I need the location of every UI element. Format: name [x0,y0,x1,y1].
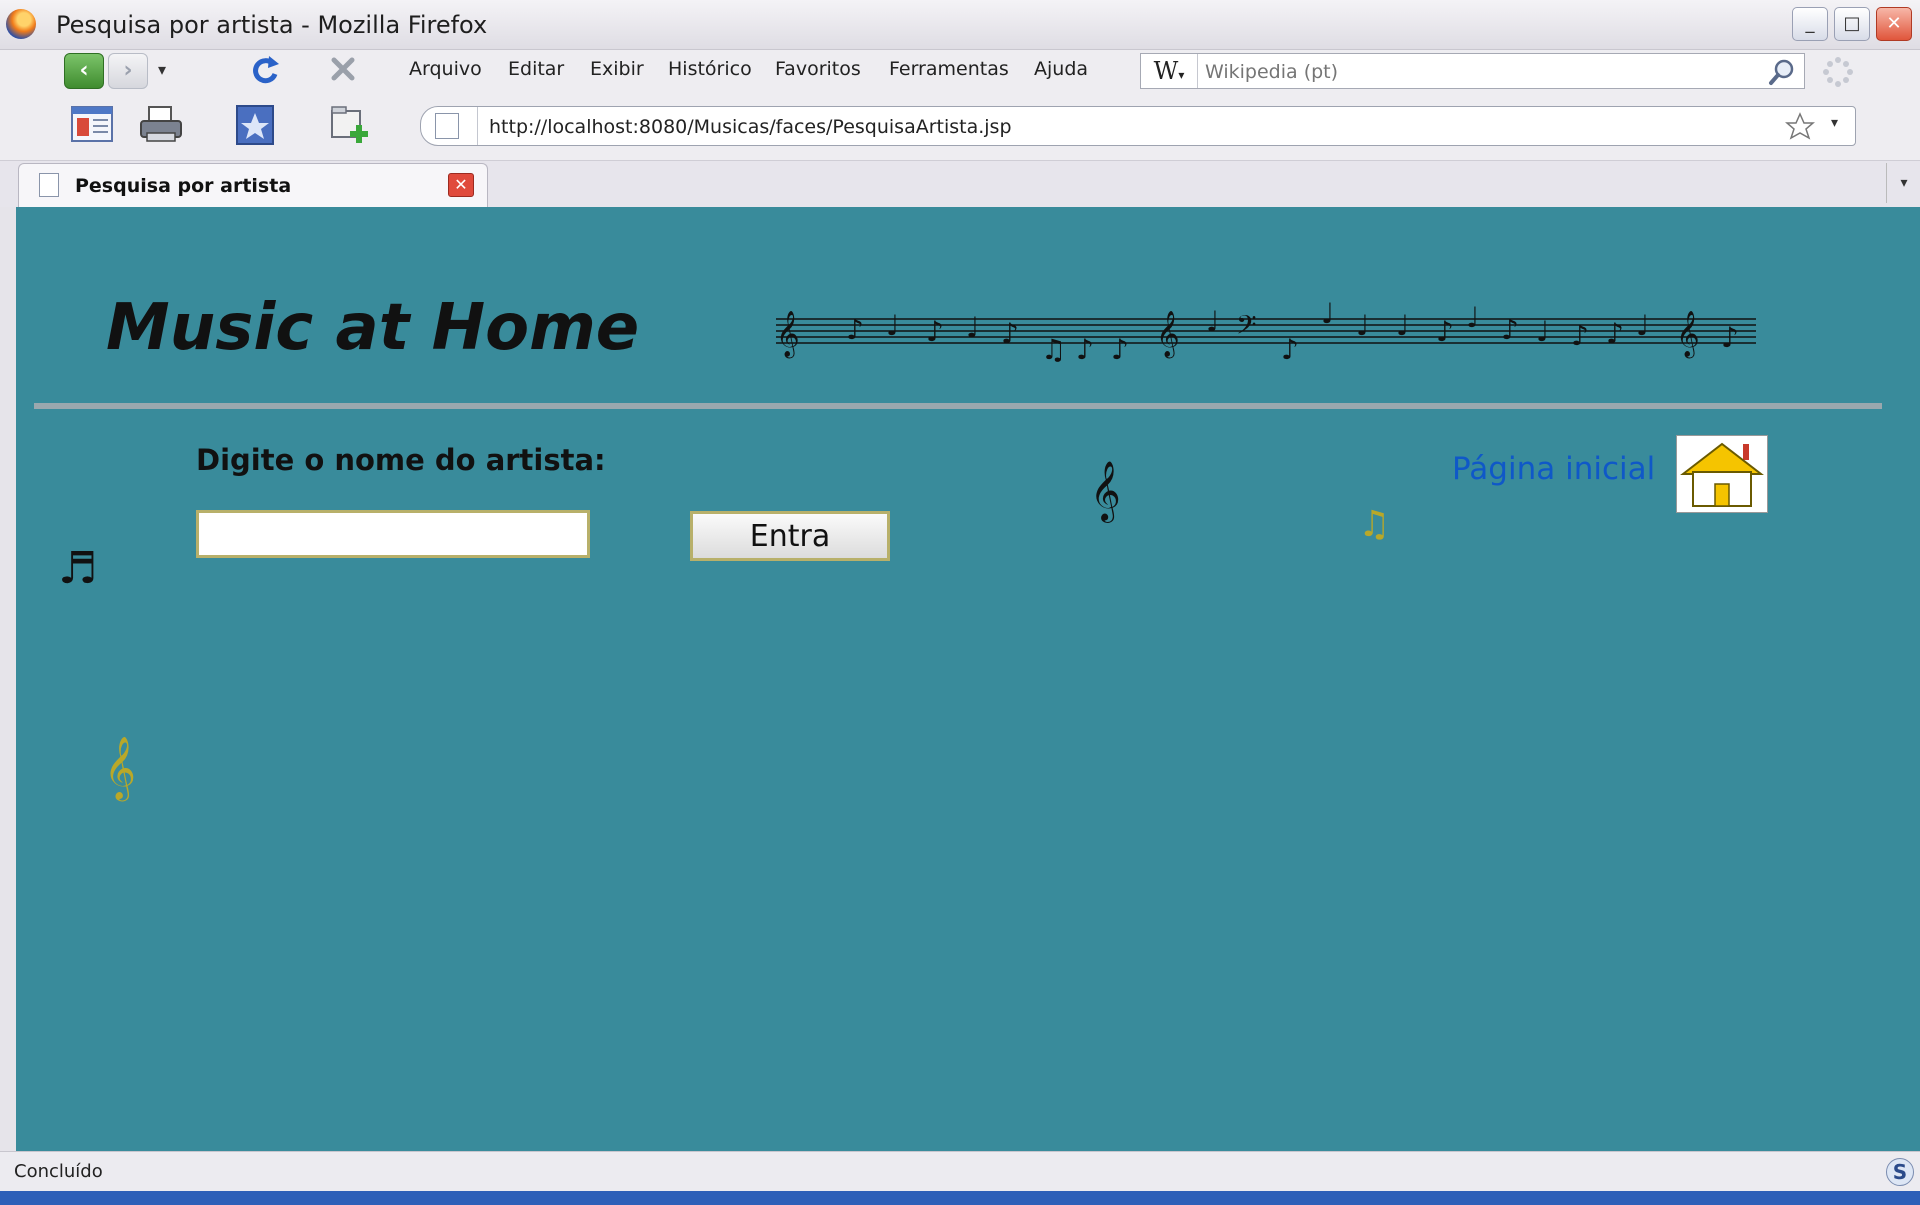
music-staff-icon: 𝄞 𝄞 𝄞 𝄢 ♪ ♩ ♪ ♩ ♪ ♫ ♪ ♪ ♩ ♪ ♩ ♩ ♩ ♪ ♩ ♪ ♩ ♪ ♪ ♩ ♪ [776,297,1756,366]
history-dropdown-button[interactable]: ▾ [150,53,174,89]
page-icon [39,173,59,197]
menu-arquivo[interactable]: Arquivo [409,58,482,80]
svg-text:♪: ♪ [1721,321,1739,354]
bookmarks-sidebar-icon[interactable] [70,105,114,145]
music-note-icon: ♫ [1358,504,1391,545]
os-taskbar [0,1191,1920,1205]
tab-close-button[interactable]: ✕ [448,173,474,197]
back-button[interactable]: ‹ [64,53,104,89]
svg-text:♩: ♩ [1206,305,1219,338]
svg-text:♩: ♩ [1466,301,1479,334]
stop-icon[interactable] [322,50,366,90]
artist-name-input[interactable] [196,510,590,558]
status-bar: Concluído S [0,1151,1920,1191]
artist-prompt-label: Digite o nome do artista: [196,443,606,477]
svg-text:♪: ♪ [1076,333,1094,366]
tab-list-dropdown-icon[interactable]: ▾ [1886,163,1920,203]
site-title: Music at Home [106,291,640,365]
svg-text:♪: ♪ [1111,333,1129,366]
svg-text:♩: ♩ [1321,297,1334,330]
svg-text:♩: ♩ [1396,309,1409,342]
address-separator [477,107,478,145]
search-magnifier-icon[interactable] [1767,57,1797,87]
firefox-logo-icon [6,9,36,39]
left-frame-border [0,207,16,1151]
new-tab-icon[interactable] [330,105,374,145]
svg-text:♩: ♩ [1356,309,1369,342]
svg-text:♩: ♩ [886,309,899,342]
svg-text:𝄞: 𝄞 [776,311,800,359]
window-title: Pesquisa por artista - Mozilla Firefox [56,11,488,39]
svg-text:♪: ♪ [1606,317,1624,350]
svg-text:𝄢: 𝄢 [1236,309,1257,347]
address-bar: ▾ [420,106,1856,146]
close-window-button[interactable]: ✕ [1876,7,1912,41]
treble-clef-icon: 𝄞 [1090,461,1121,521]
svg-text:♫: ♫ [1041,333,1066,366]
maximize-button[interactable]: □ [1834,7,1870,41]
home-icon[interactable] [1676,435,1768,513]
home-link[interactable]: Página inicial [1452,451,1655,487]
menu-historico[interactable]: Histórico [668,58,752,80]
print-icon[interactable] [139,105,183,145]
search-box: W▾ [1140,53,1805,89]
header-divider [34,403,1882,409]
svg-text:♪: ♪ [1501,313,1519,346]
url-input[interactable] [487,113,1771,141]
menu-ferramentas[interactable]: Ferramentas [889,58,1009,80]
svg-text:𝄞: 𝄞 [1676,311,1700,359]
menu-editar[interactable]: Editar [508,58,564,80]
menu-ajuda[interactable]: Ajuda [1034,58,1088,80]
svg-text:♩: ♩ [1536,315,1549,348]
music-note-icon: ♬ [58,543,98,594]
chevron-down-icon: ▾ [1178,68,1185,82]
menu-exibir[interactable]: Exibir [590,58,644,80]
svg-text:♪: ♪ [1571,319,1589,352]
svg-text:♪: ♪ [846,313,864,346]
status-text: Concluído [14,1161,103,1182]
svg-text:♩: ♩ [1636,309,1649,342]
treble-clef-icon: 𝄞 [104,736,136,799]
reload-icon[interactable] [243,50,287,90]
throbber-icon [1823,57,1853,87]
page-icon [435,113,459,139]
search-engine-button[interactable]: W▾ [1141,54,1198,88]
svg-text:𝄞: 𝄞 [1156,311,1180,359]
status-s-icon[interactable]: S [1886,1158,1914,1186]
window-titlebar: Pesquisa por artista - Mozilla Firefox _… [0,0,1920,50]
svg-text:♪: ♪ [926,315,944,348]
page-content: Music at Home 𝄞 𝄞 𝄞 𝄢 ♪ ♩ ♪ ♩ ♪ ♫ ♪ ♪ ♩ ♪ ♩ ♩ ♩ ♪… [16,207,1920,1151]
url-dropdown-icon[interactable]: ▾ [1831,115,1838,131]
tab-label: Pesquisa por artista [75,175,292,197]
svg-text:♪: ♪ [1436,315,1454,348]
svg-text:♪: ♪ [1281,333,1299,366]
svg-text:♪: ♪ [1001,317,1019,350]
svg-text:♩: ♩ [966,311,979,344]
forward-button[interactable]: › [108,53,148,89]
bookmark-star-icon[interactable] [234,105,278,145]
bookmark-page-star-icon[interactable] [1785,112,1815,140]
tab-pesquisa-por-artista[interactable]: Pesquisa por artista ✕ [18,163,488,207]
search-engine-label: W [1153,57,1179,85]
minimize-button[interactable]: _ [1792,7,1828,41]
search-input[interactable] [1203,58,1727,86]
menu-favoritos[interactable]: Favoritos [775,58,861,80]
submit-button[interactable]: Entra [690,511,890,561]
